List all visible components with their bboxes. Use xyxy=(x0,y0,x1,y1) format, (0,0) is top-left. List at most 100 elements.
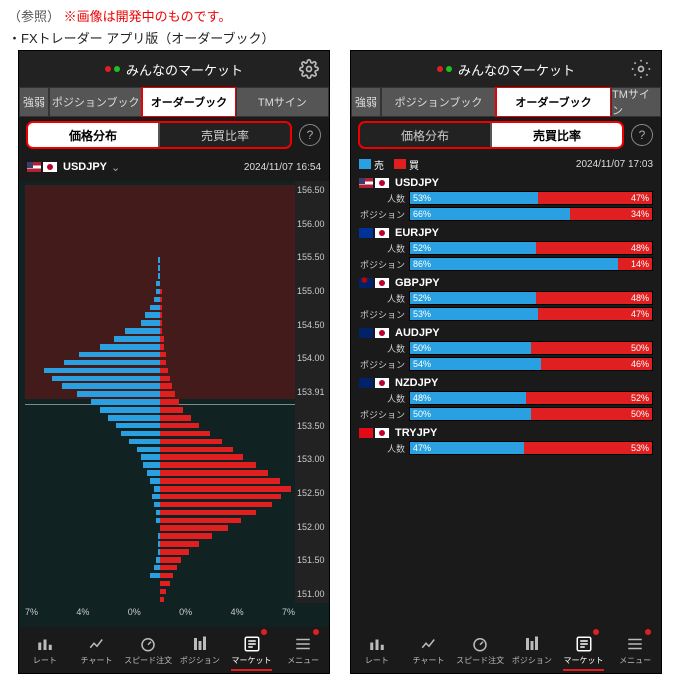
bottom-nav: レート チャートスピード注文ポジション マーケット メニュー xyxy=(351,627,661,673)
nav-position[interactable]: ポジション xyxy=(174,627,226,673)
nav-label: メニュー xyxy=(619,655,651,666)
status-dot-red xyxy=(437,66,443,72)
ratio-bar: 52%48% xyxy=(409,291,653,305)
nav-market[interactable]: マーケット xyxy=(226,627,278,673)
tab-row: 強弱 ポジションブック オーダーブック TMサイン xyxy=(19,87,329,117)
legend-sell-label: 売 xyxy=(374,157,384,172)
tab-positionbook[interactable]: ポジションブック xyxy=(381,87,496,117)
seg-buy-sell-ratio[interactable]: 売買比率 xyxy=(491,122,623,148)
pair-block[interactable]: USDJPY人数53%47%ポジション66%34% xyxy=(359,177,653,223)
bottom-nav: レート チャートスピード注文ポジションマーケットメニュー xyxy=(19,627,329,673)
status-dot-green xyxy=(446,66,452,72)
pair-block[interactable]: NZDJPY人数48%52%ポジション50%50% xyxy=(359,377,653,423)
gear-icon[interactable] xyxy=(299,59,319,79)
depth-chart: 156.50156.00155.50155.00154.50154.00153.… xyxy=(19,181,329,627)
metric-label: ポジション xyxy=(359,208,405,221)
flag-jp-icon xyxy=(375,328,389,338)
x-axis: 7%4%0%0%4%7% xyxy=(25,607,295,625)
pair-code: USDJPY xyxy=(395,177,439,189)
flag-icon xyxy=(359,178,373,188)
metric-label: 人数 xyxy=(359,242,405,255)
flag-jp-icon xyxy=(375,428,389,438)
ratio-bar: 52%48% xyxy=(409,241,653,255)
y-axis: 156.50156.00155.50155.00154.50154.00153.… xyxy=(295,181,329,603)
ratio-bar: 53%47% xyxy=(409,307,653,321)
flag-jp-icon xyxy=(43,162,57,172)
flag-jp-icon xyxy=(375,228,389,238)
segment-row: 価格分布 売買比率 ? xyxy=(351,117,661,153)
ratio-bar: 54%46% xyxy=(409,357,653,371)
nav-market[interactable]: マーケット xyxy=(558,627,610,673)
nav-menu[interactable]: メニュー xyxy=(609,627,661,673)
nav-rate[interactable]: レート xyxy=(351,627,403,673)
timestamp: 2024/11/07 17:03 xyxy=(576,159,653,170)
pair-code: NZDJPY xyxy=(395,377,438,389)
flag-jp-icon xyxy=(375,178,389,188)
pair-block[interactable]: TRYJPY人数47%53% xyxy=(359,427,653,457)
phone-left: みんなのマーケット 強弱 ポジションブック オーダーブック TMサイン 価格分布… xyxy=(18,50,330,674)
nav-rate[interactable]: レート xyxy=(19,627,71,673)
ratio-bar: 47%53% xyxy=(409,441,653,455)
titlebar: みんなのマーケット xyxy=(19,51,329,87)
metric-label: ポジション xyxy=(359,258,405,271)
tab-positionbook[interactable]: ポジションブック xyxy=(49,87,142,117)
nav-menu[interactable]: メニュー xyxy=(277,627,329,673)
gear-icon[interactable] xyxy=(631,59,651,79)
tab-strength[interactable]: 強弱 xyxy=(19,87,49,117)
caption-ref: （参照） xyxy=(8,9,60,24)
pair-block[interactable]: AUDJPY人数50%50%ポジション54%46% xyxy=(359,327,653,373)
nav-speed[interactable]: スピード注文 xyxy=(454,627,506,673)
ratio-bar: 66%34% xyxy=(409,207,653,221)
ratio-bar: 50%50% xyxy=(409,341,653,355)
tab-row: 強弱 ポジションブック オーダーブック TMサイン xyxy=(351,87,661,117)
flag-icon xyxy=(359,278,373,288)
pair-code[interactable]: USDJPY xyxy=(63,161,107,173)
seg-price-dist[interactable]: 価格分布 xyxy=(359,122,491,148)
nav-label: レート xyxy=(33,655,57,666)
flag-icon xyxy=(359,328,373,338)
legend-buy-swatch xyxy=(394,159,406,169)
help-icon[interactable]: ? xyxy=(299,124,321,146)
tab-tmsign[interactable]: TMサイン xyxy=(236,87,329,117)
pair-code: GBPJPY xyxy=(395,277,440,289)
segment: 価格分布 売買比率 xyxy=(359,122,623,148)
nav-label: チャート xyxy=(413,655,445,666)
nav-label: レート xyxy=(365,655,389,666)
seg-price-dist[interactable]: 価格分布 xyxy=(27,122,159,148)
pair-code: EURJPY xyxy=(395,227,439,239)
pair-code: TRYJPY xyxy=(395,427,437,439)
app-title: みんなのマーケット xyxy=(458,60,575,79)
nav-label: ポジション xyxy=(512,655,552,666)
help-icon[interactable]: ? xyxy=(631,124,653,146)
badge-dot xyxy=(261,629,267,635)
seg-buy-sell-ratio[interactable]: 売買比率 xyxy=(159,122,291,148)
badge-dot xyxy=(593,629,599,635)
nav-speed[interactable]: スピード注文 xyxy=(122,627,174,673)
tab-strength[interactable]: 強弱 xyxy=(351,87,381,117)
chevron-down-icon[interactable]: ⌄ xyxy=(111,161,120,174)
nav-chart[interactable]: チャート xyxy=(403,627,455,673)
nav-label: マーケット xyxy=(564,655,604,666)
flag-jp-icon xyxy=(375,378,389,388)
legend-sell-swatch xyxy=(359,159,371,169)
tab-orderbook[interactable]: オーダーブック xyxy=(142,87,235,117)
nav-position[interactable]: ポジション xyxy=(506,627,558,673)
metric-label: ポジション xyxy=(359,408,405,421)
ratio-list: USDJPY 人数 53%47% ポジション 66%34% EURJPY 人数 52%48% ポ… xyxy=(351,175,661,627)
nav-label: スピード注文 xyxy=(456,655,504,666)
metric-label: 人数 xyxy=(359,342,405,355)
metric-label: ポジション xyxy=(359,308,405,321)
status-dot-green xyxy=(114,66,120,72)
pair-selector-row: USDJPY ⌄ 2024/11/07 16:54 xyxy=(19,153,329,181)
pair-block[interactable]: GBPJPY人数52%48%ポジション53%47% xyxy=(359,277,653,323)
tab-tmsign[interactable]: TMサイン xyxy=(611,87,661,117)
ratio-bar: 86%14% xyxy=(409,257,653,271)
badge-dot xyxy=(313,629,319,635)
nav-chart[interactable]: チャート xyxy=(71,627,123,673)
ratio-bar: 48%52% xyxy=(409,391,653,405)
tab-orderbook[interactable]: オーダーブック xyxy=(496,87,611,117)
flag-icon xyxy=(359,428,373,438)
pair-block[interactable]: EURJPY 人数 52%48% ポジション 86%14% xyxy=(359,227,653,273)
flag-us-icon xyxy=(27,162,41,172)
pair-code: AUDJPY xyxy=(395,327,440,339)
